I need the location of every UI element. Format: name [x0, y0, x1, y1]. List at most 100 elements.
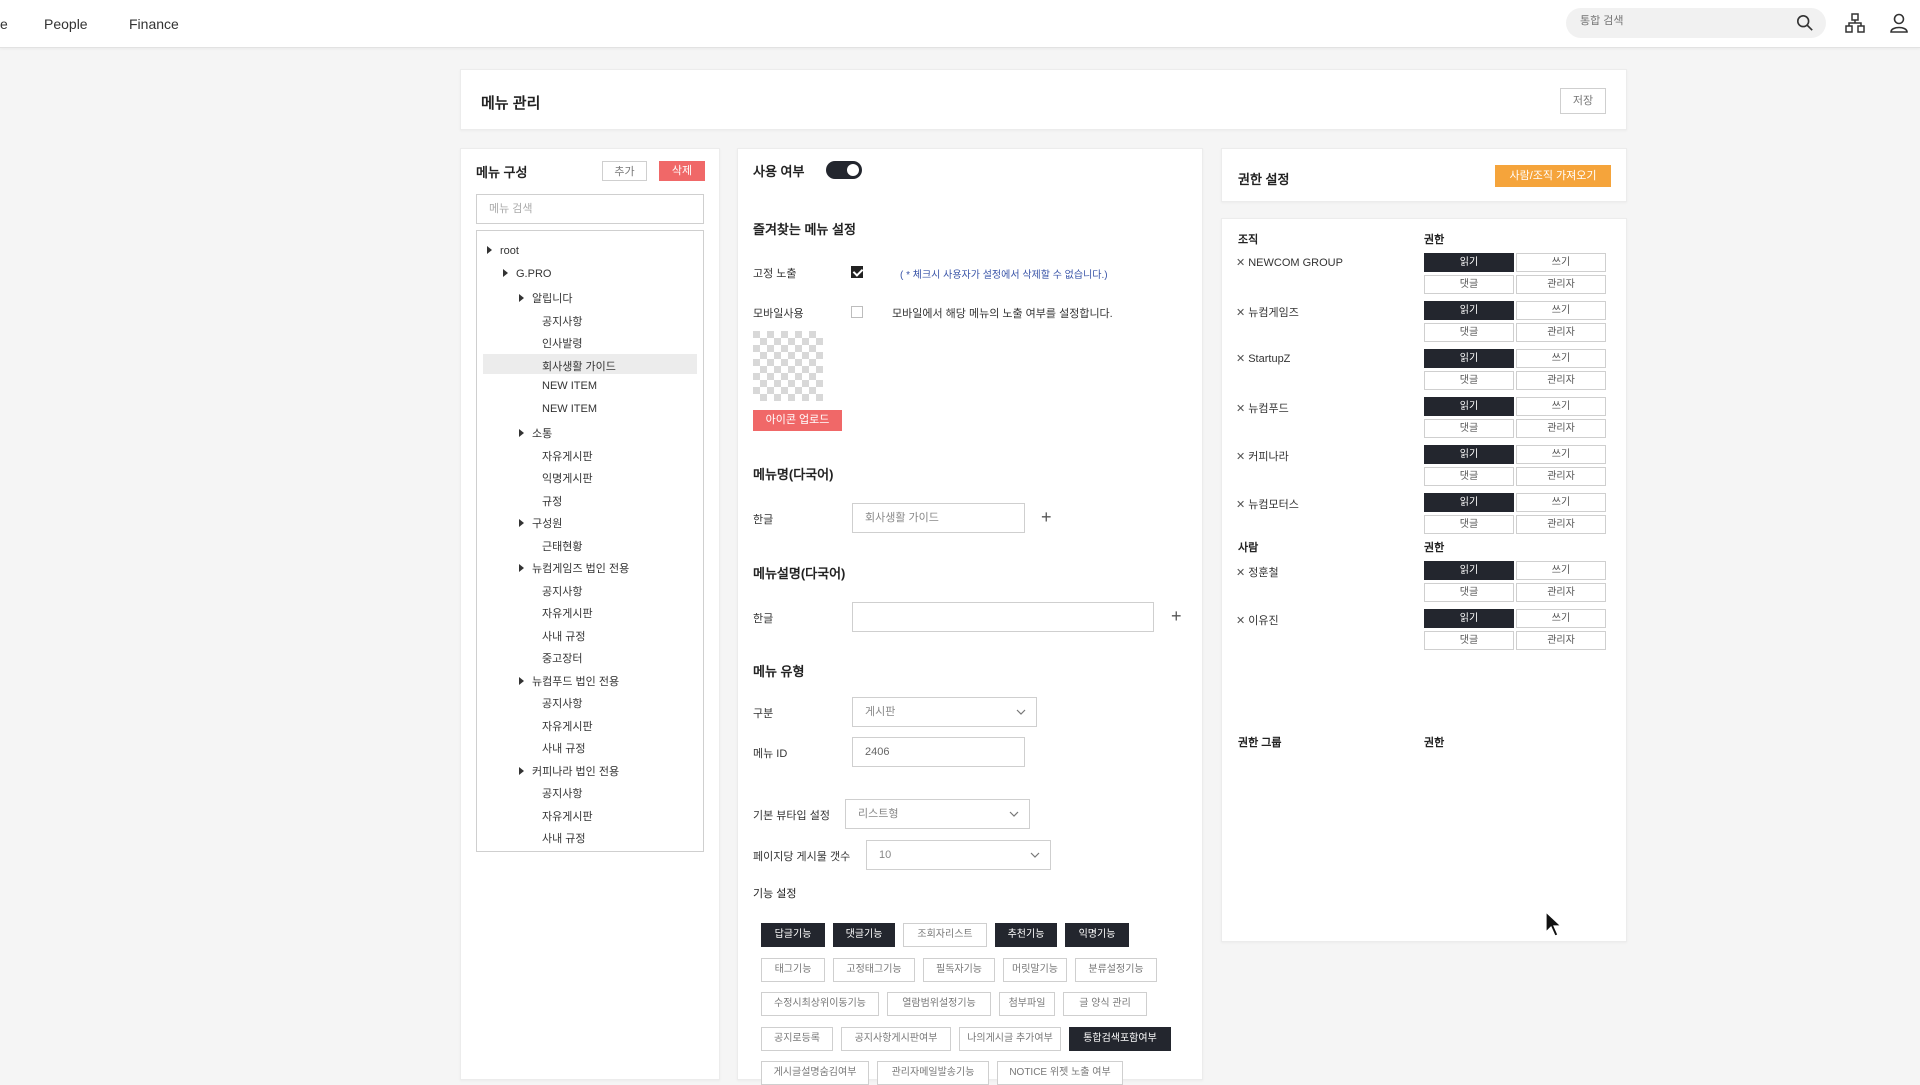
- remove-icon[interactable]: ✕: [1236, 257, 1245, 269]
- tree-item[interactable]: 자유게시판: [542, 808, 593, 824]
- tree-item[interactable]: 소통: [519, 425, 552, 441]
- add-language-plus-icon-2[interactable]: +: [1171, 607, 1182, 625]
- delete-menu-button[interactable]: 삭제: [659, 161, 705, 181]
- menu-name-input[interactable]: 회사생활 가이드: [852, 503, 1025, 533]
- expand-arrow-icon[interactable]: [519, 294, 524, 302]
- feature-chip[interactable]: 나의게시글 추가여부: [959, 1026, 1061, 1051]
- feature-chip[interactable]: 필독자기능: [923, 957, 995, 982]
- menu-search-input[interactable]: 메뉴 검색: [476, 194, 704, 224]
- permission-write-button[interactable]: 쓰기: [1516, 301, 1606, 320]
- permission-read-button[interactable]: 읽기: [1424, 397, 1514, 416]
- permission-write-button[interactable]: 쓰기: [1516, 445, 1606, 464]
- tree-item[interactable]: 사내 규정: [542, 740, 586, 756]
- tree-item[interactable]: 규정: [542, 493, 562, 509]
- feature-chip[interactable]: 글 양식 관리: [1063, 992, 1147, 1016]
- save-button[interactable]: 저장: [1560, 88, 1606, 114]
- feature-chip[interactable]: NOTICE 위젯 노출 여부: [997, 1061, 1123, 1085]
- permission-write-button[interactable]: 쓰기: [1516, 561, 1606, 580]
- per-page-select[interactable]: 10: [866, 840, 1051, 870]
- use-toggle[interactable]: [826, 161, 862, 179]
- tree-item[interactable]: 구성원: [519, 515, 562, 531]
- tree-item[interactable]: 알립니다: [519, 290, 572, 306]
- tree-item[interactable]: G.PRO: [503, 268, 551, 280]
- tree-item[interactable]: 자유게시판: [542, 718, 593, 734]
- feature-chip[interactable]: 고정태그기능: [833, 957, 915, 982]
- permission-read-button[interactable]: 읽기: [1424, 561, 1514, 580]
- permission-write-button[interactable]: 쓰기: [1516, 609, 1606, 628]
- feature-chip[interactable]: 머릿말기능: [1003, 957, 1067, 982]
- tree-item[interactable]: 자유게시판: [542, 448, 593, 464]
- permission-comment-button[interactable]: 댓글: [1424, 583, 1514, 602]
- permission-write-button[interactable]: 쓰기: [1516, 397, 1606, 416]
- tree-item[interactable]: 뉴컴푸드 법인 전용: [519, 673, 619, 689]
- icon-upload-button[interactable]: 아이콘 업로드: [753, 410, 842, 431]
- feature-chip[interactable]: 분류설정기능: [1075, 957, 1157, 982]
- permission-read-button[interactable]: 읽기: [1424, 301, 1514, 320]
- tree-item[interactable]: NEW ITEM: [542, 403, 597, 415]
- search-icon[interactable]: [1796, 14, 1814, 32]
- permission-admin-button[interactable]: 관리자: [1516, 323, 1606, 342]
- expand-arrow-icon[interactable]: [519, 676, 524, 685]
- permission-write-button[interactable]: 쓰기: [1516, 349, 1606, 368]
- expand-arrow-icon[interactable]: [519, 429, 524, 437]
- feature-chip[interactable]: 공지로등록: [761, 1026, 833, 1051]
- nav-item-finance[interactable]: Finance: [129, 16, 179, 32]
- tree-item[interactable]: 공지사항: [542, 313, 582, 329]
- tree-item[interactable]: NEW ITEM: [542, 380, 597, 392]
- feature-chip[interactable]: 익명기능: [1065, 923, 1129, 947]
- tree-item[interactable]: 사내 규정: [542, 628, 586, 644]
- permission-read-button[interactable]: 읽기: [1424, 493, 1514, 512]
- mobile-checkbox[interactable]: [851, 306, 863, 318]
- global-search-box[interactable]: [1566, 8, 1826, 38]
- feature-chip[interactable]: 관리자메일발송기능: [877, 1061, 989, 1085]
- feature-chip[interactable]: 열람범위설정기능: [887, 992, 991, 1016]
- tree-item[interactable]: root: [487, 245, 519, 257]
- permission-read-button[interactable]: 읽기: [1424, 253, 1514, 272]
- permission-admin-button[interactable]: 관리자: [1516, 419, 1606, 438]
- expand-arrow-icon[interactable]: [519, 766, 524, 775]
- remove-icon[interactable]: ✕: [1236, 403, 1245, 415]
- permission-comment-button[interactable]: 댓글: [1424, 371, 1514, 390]
- tree-item[interactable]: 자유게시판: [542, 605, 593, 621]
- feature-chip[interactable]: 답글기능: [761, 923, 825, 947]
- permission-read-button[interactable]: 읽기: [1424, 349, 1514, 368]
- feature-chip[interactable]: 조회자리스트: [903, 923, 987, 947]
- user-profile-icon[interactable]: [1888, 12, 1910, 34]
- permission-comment-button[interactable]: 댓글: [1424, 275, 1514, 294]
- permission-write-button[interactable]: 쓰기: [1516, 253, 1606, 272]
- remove-icon[interactable]: ✕: [1236, 499, 1245, 511]
- tree-item[interactable]: 공지사항: [542, 695, 582, 711]
- feature-chip[interactable]: 게시글설명숨김여부: [761, 1061, 869, 1085]
- tree-item[interactable]: 익명게시판: [542, 470, 593, 486]
- tree-item[interactable]: 사내 규정: [542, 830, 586, 846]
- permission-comment-button[interactable]: 댓글: [1424, 631, 1514, 650]
- permission-read-button[interactable]: 읽기: [1424, 445, 1514, 464]
- add-menu-button[interactable]: 추가: [602, 161, 647, 181]
- permission-comment-button[interactable]: 댓글: [1424, 515, 1514, 534]
- organization-icon[interactable]: [1844, 12, 1866, 34]
- tree-item[interactable]: 공지사항: [542, 785, 582, 801]
- nav-item-partial[interactable]: e: [0, 16, 8, 32]
- feature-chip[interactable]: 수정시최상위이동기능: [761, 992, 879, 1016]
- tree-item[interactable]: 중고장터: [542, 650, 582, 666]
- menu-id-input[interactable]: 2406: [852, 737, 1025, 767]
- tree-item[interactable]: 회사생활 가이드: [542, 358, 616, 374]
- permission-admin-button[interactable]: 관리자: [1516, 371, 1606, 390]
- view-type-select[interactable]: 리스트형: [845, 799, 1030, 829]
- remove-icon[interactable]: ✕: [1236, 353, 1245, 365]
- tree-item[interactable]: 뉴컴게임즈 법인 전용: [519, 560, 629, 576]
- feature-chip[interactable]: 추천기능: [995, 923, 1057, 947]
- feature-chip[interactable]: 태그기능: [761, 957, 825, 982]
- expand-arrow-icon[interactable]: [503, 268, 508, 277]
- permission-comment-button[interactable]: 댓글: [1424, 467, 1514, 486]
- permission-comment-button[interactable]: 댓글: [1424, 419, 1514, 438]
- expand-arrow-icon[interactable]: [487, 246, 492, 254]
- feature-chip[interactable]: 댓글기능: [833, 923, 895, 947]
- permission-admin-button[interactable]: 관리자: [1516, 275, 1606, 294]
- permission-read-button[interactable]: 읽기: [1424, 609, 1514, 628]
- category-select[interactable]: 게시판: [852, 697, 1037, 727]
- tree-item[interactable]: 근태현황: [542, 538, 582, 554]
- remove-icon[interactable]: ✕: [1236, 567, 1245, 579]
- permission-comment-button[interactable]: 댓글: [1424, 323, 1514, 342]
- menu-desc-input[interactable]: [852, 602, 1154, 632]
